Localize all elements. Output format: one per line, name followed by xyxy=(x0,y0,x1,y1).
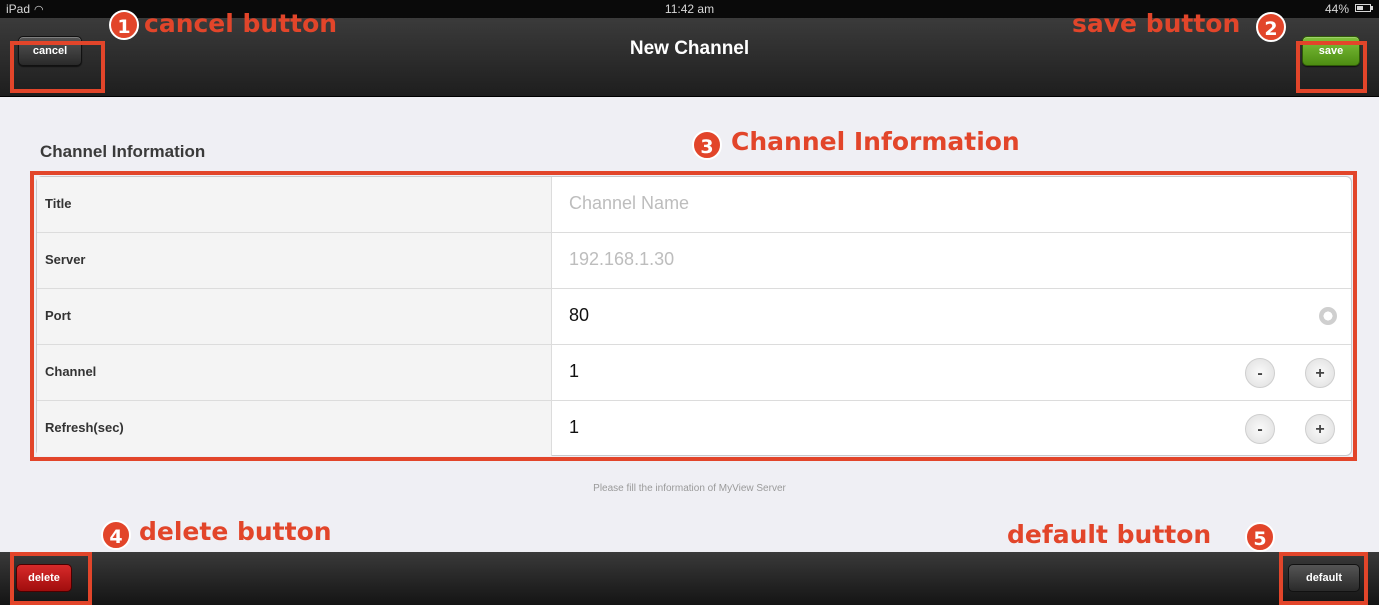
page-title: New Channel xyxy=(629,38,750,59)
battery-percent: 44% xyxy=(1324,2,1349,16)
default-highlight-box xyxy=(1279,552,1368,605)
bottom-toolbar xyxy=(0,552,1379,605)
callout-badge-5: 5 xyxy=(1245,522,1275,552)
battery-icon xyxy=(1355,4,1373,12)
callout-badge-4: 4 xyxy=(101,520,131,550)
callout-label-cancel: cancel button xyxy=(144,9,338,38)
callout-label-save: save button xyxy=(1072,9,1241,38)
callout-label-channel-information: Channel Information xyxy=(731,127,1020,156)
section-title: Channel Information xyxy=(40,142,206,161)
callout-badge-3: 3 xyxy=(692,130,722,160)
channel-information-highlight-box xyxy=(30,171,1357,461)
save-highlight-box xyxy=(1296,41,1367,93)
callout-label-default: default button xyxy=(1007,520,1212,549)
callout-label-delete: delete button xyxy=(139,517,332,546)
help-text: Please fill the information of MyView Se… xyxy=(593,483,786,494)
delete-highlight-box xyxy=(10,552,92,605)
cancel-highlight-box xyxy=(10,41,105,93)
callout-badge-2: 2 xyxy=(1256,12,1286,42)
callout-badge-1: 1 xyxy=(109,10,139,40)
